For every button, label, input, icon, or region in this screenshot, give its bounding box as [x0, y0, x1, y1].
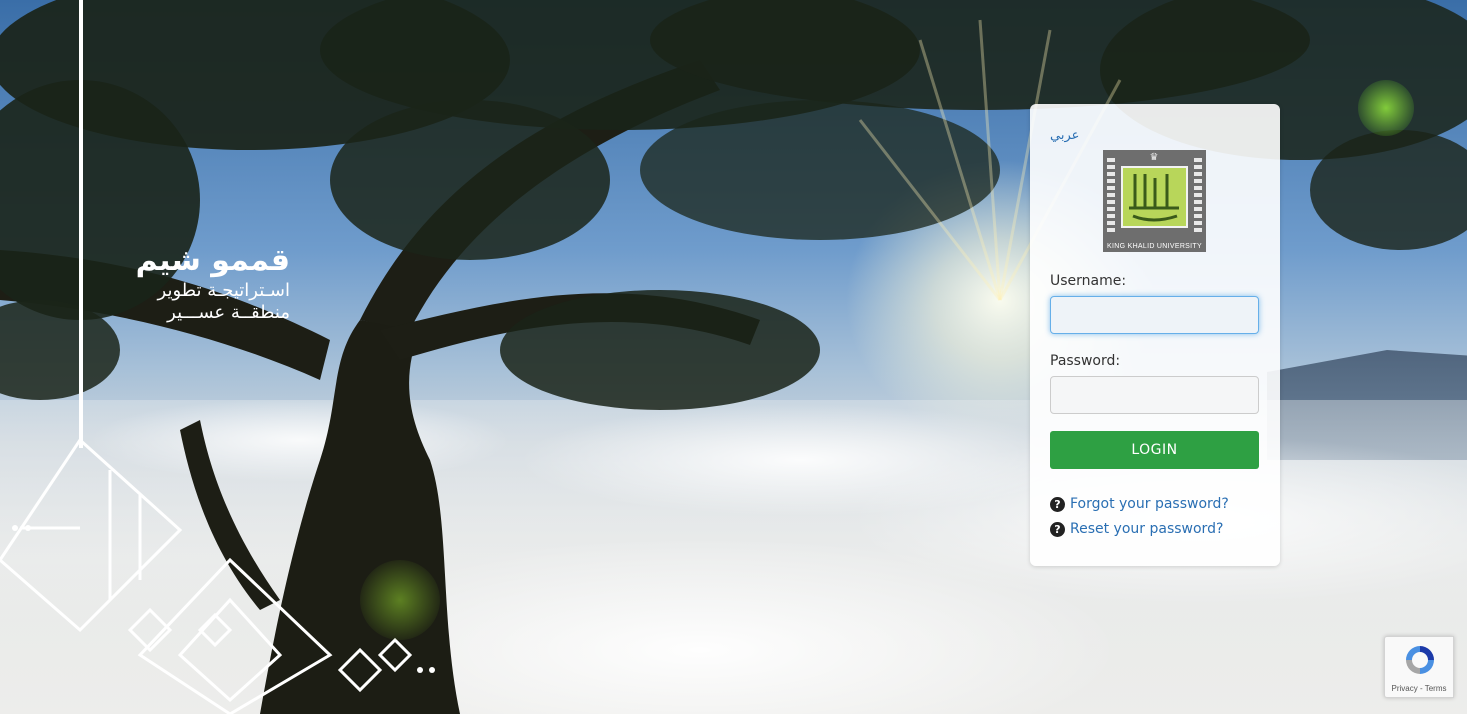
password-label: Password: — [1050, 353, 1121, 369]
logo-caption: KING KHALID UNIVERSITY — [1107, 243, 1202, 250]
brand-subtitle-line1: اسـتراتيجـة تطوير — [157, 280, 290, 301]
question-circle-icon: ? — [1050, 521, 1065, 537]
lens-flare — [1358, 80, 1414, 136]
recaptcha-privacy-terms[interactable]: Privacy - Terms — [1385, 684, 1453, 693]
brand-title: قممو شيم — [135, 243, 290, 278]
logo-emblem — [1121, 166, 1188, 228]
crown-icon: ♛ — [1149, 152, 1159, 163]
logo-ornament — [1194, 158, 1202, 234]
question-circle-icon: ? — [1050, 496, 1065, 512]
recaptcha-badge[interactable]: Privacy - Terms — [1384, 636, 1454, 698]
login-button[interactable]: LOGIN — [1050, 431, 1259, 469]
language-toggle-link[interactable]: عربي — [1050, 128, 1079, 143]
recaptcha-icon — [1406, 646, 1434, 674]
forgot-password-link[interactable]: ? Forgot your password? — [1050, 496, 1229, 512]
username-label: Username: — [1050, 273, 1127, 289]
region-branding: قممو شيم اسـتراتيجـة تطوير منطقــة عســـ… — [100, 242, 290, 324]
password-input[interactable] — [1050, 376, 1259, 414]
reset-password-link[interactable]: ? Reset your password? — [1050, 521, 1223, 537]
brand-subtitle-line2: منطقــة عســـير — [167, 302, 290, 323]
logo-ornament — [1107, 158, 1115, 234]
forgot-password-text: Forgot your password? — [1070, 496, 1229, 512]
university-logo: ♛ KING KHALID UNIVERSITY — [1103, 150, 1206, 252]
username-input[interactable] — [1050, 296, 1259, 334]
decorative-vertical-line — [79, 0, 83, 448]
lens-flare — [360, 560, 440, 640]
login-card: عربي ♛ KING KHALID UNIVERSITY Username: … — [1030, 104, 1280, 566]
reset-password-text: Reset your password? — [1070, 521, 1224, 537]
